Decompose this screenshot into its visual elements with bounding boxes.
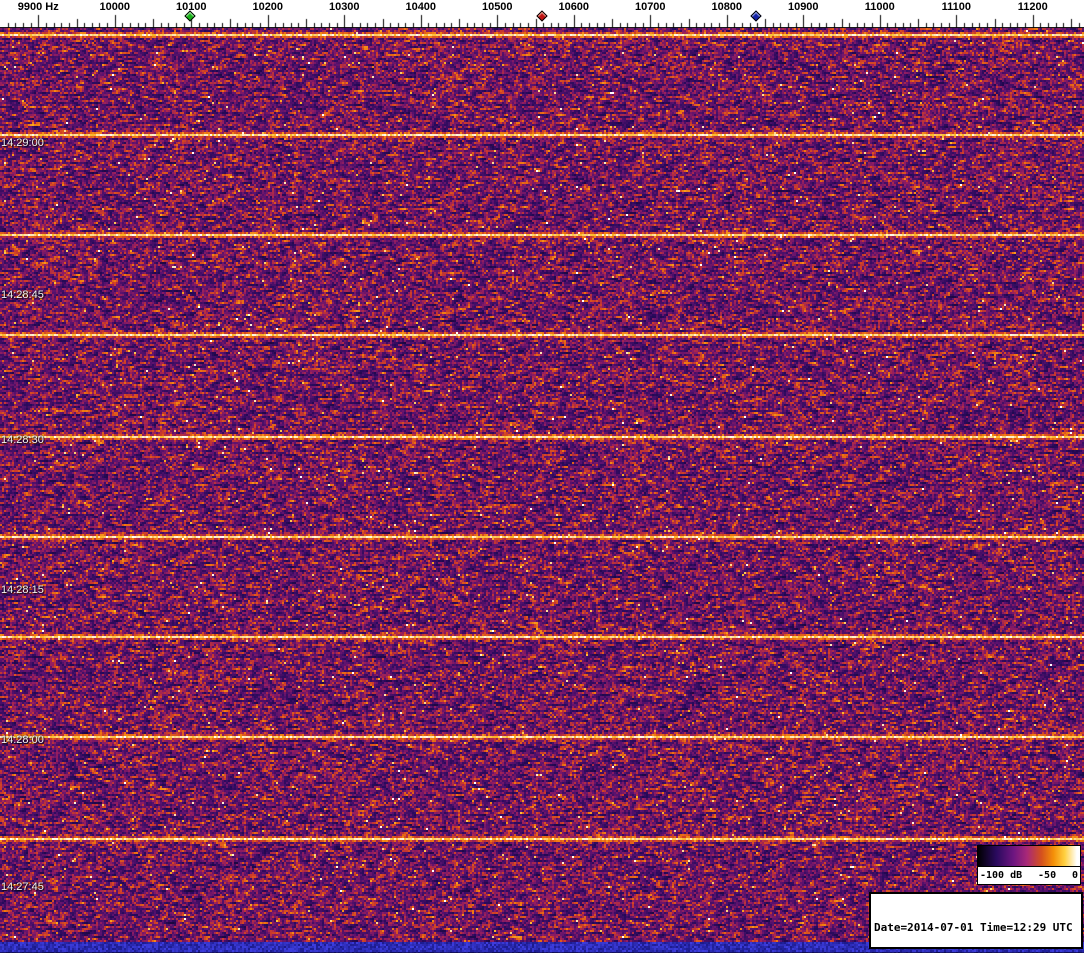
- freq-tick-label: 10900: [787, 1, 819, 13]
- time-tick-label: 14:29:00: [1, 137, 44, 149]
- colorbar-mid-label: -50: [1038, 870, 1057, 881]
- freq-tick-label: 10800: [711, 1, 743, 13]
- time-tick-label: 14:28:15: [1, 584, 44, 596]
- freq-tick-label: 10400: [405, 1, 437, 13]
- observation-info-box: Date=2014-07-01 Time=12:29 UTC Freq=143 …: [869, 892, 1083, 949]
- freq-tick-label: 11100: [941, 1, 971, 13]
- time-tick-label: 14:27:45: [1, 881, 44, 893]
- spectrogram-waterfall-canvas[interactable]: [0, 28, 1084, 953]
- spectrogram-app: 9900 Hz 10000 10100 10200 10300 10400 10500 106…: [0, 0, 1084, 953]
- colorbar-max-label: 0: [1071, 870, 1078, 881]
- freq-tick-label: 10200: [252, 1, 284, 13]
- time-tick-label: 14:28:30: [1, 434, 44, 446]
- freq-tick-label: 10600: [558, 1, 590, 13]
- info-date-time-line: Date=2014-07-01 Time=12:29 UTC: [874, 921, 1073, 934]
- colorbar-min-label: -100 dB: [980, 870, 1023, 881]
- time-tick-label: 14:28:00: [1, 734, 44, 746]
- freq-tick-label: 11200: [1017, 1, 1048, 13]
- freq-tick-label: 10300: [328, 1, 360, 13]
- frequency-ruler[interactable]: 9900 Hz 10000 10100 10200 10300 10400 10500 106…: [0, 0, 1084, 28]
- time-tick-label: 14:28:45: [1, 289, 44, 301]
- colorbar: -100 dB -50 0: [977, 845, 1081, 885]
- freq-tick-label: 10700: [634, 1, 666, 13]
- colorbar-labels: -100 dB -50 0: [978, 867, 1080, 884]
- freq-tick-label: 9900 Hz: [17, 1, 59, 13]
- freq-tick-label: 10000: [99, 1, 131, 13]
- freq-tick-label: 11000: [864, 1, 895, 13]
- colorbar-gradient: [978, 846, 1080, 867]
- freq-tick-label: 10500: [481, 1, 513, 13]
